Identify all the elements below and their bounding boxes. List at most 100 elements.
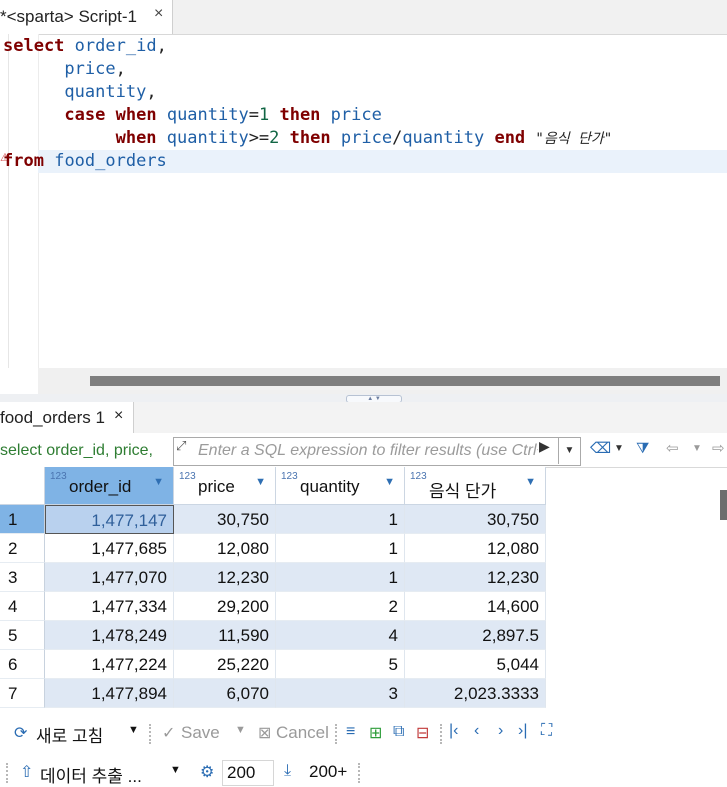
table-cell[interactable]: 2,023.3333 xyxy=(405,679,546,708)
sql-line[interactable]: when quantity>=2 then price/quantity end… xyxy=(3,127,613,150)
sort-dropdown-icon[interactable]: ▼ xyxy=(525,476,536,488)
row-number[interactable]: 4 xyxy=(0,592,45,621)
query-text-link[interactable]: select order_id, price, xyxy=(0,437,172,465)
results-toolbar: ⟳ 새로 고침 ▼ ✓ Save ▼ ⊠ Cancel ≡ ⊞ ⧉ ⊟ |‹ ‹… xyxy=(0,714,727,751)
table-cell[interactable]: 1,478,249 xyxy=(45,621,174,650)
refresh-button[interactable]: 새로 고침 xyxy=(36,722,103,747)
results-tab-food-orders[interactable]: food_orders 1 × xyxy=(0,402,134,433)
grid-vertical-scrollbar[interactable] xyxy=(720,490,727,520)
copy-row-icon[interactable]: ⧉ xyxy=(393,723,404,741)
table-cell[interactable]: 25,220 xyxy=(174,650,276,679)
numeric-type-icon: 123 xyxy=(281,471,298,482)
prev-page-icon[interactable]: ‹ xyxy=(474,722,479,740)
row-number[interactable]: 2 xyxy=(0,534,45,563)
sort-dropdown-icon[interactable]: ▼ xyxy=(255,476,266,488)
row-number-header xyxy=(0,467,45,505)
sql-line[interactable]: price, xyxy=(3,58,125,81)
save-check-icon[interactable]: ✓ xyxy=(162,723,175,743)
table-cell[interactable]: 29,200 xyxy=(174,592,276,621)
cancel-icon[interactable]: ⊠ xyxy=(258,723,271,743)
filter-icon[interactable]: ⧩ xyxy=(636,437,649,461)
edit-row-icon[interactable]: ≡ xyxy=(346,723,355,741)
filter-history-icon[interactable]: ▶ xyxy=(539,438,550,455)
refresh-dropdown-icon[interactable]: ▼ xyxy=(128,724,139,736)
cancel-button[interactable]: Cancel xyxy=(276,723,329,743)
column-header[interactable]: 123 order_id ▼ xyxy=(45,467,174,505)
editor-tab-script-1[interactable]: *<sparta> Script-1 × xyxy=(0,0,173,34)
row-number[interactable]: 3 xyxy=(0,563,45,592)
table-cell[interactable]: 12,230 xyxy=(174,563,276,592)
add-row-icon[interactable]: ⊞ xyxy=(369,723,382,743)
results-tab-label: food_orders 1 xyxy=(0,408,105,427)
save-button[interactable]: Save xyxy=(181,723,220,743)
table-cell[interactable]: 14,600 xyxy=(405,592,546,621)
table-cell[interactable]: 3 xyxy=(276,679,405,708)
table-cell[interactable]: 30,750 xyxy=(174,505,276,534)
table-cell[interactable]: 5 xyxy=(276,650,405,679)
close-icon[interactable]: × xyxy=(114,407,123,425)
row-number[interactable]: 6 xyxy=(0,650,45,679)
column-header[interactable]: 123 quantity ▼ xyxy=(276,467,405,505)
table-cell[interactable]: 12,080 xyxy=(174,534,276,563)
fetch-size-input[interactable] xyxy=(222,760,274,786)
sql-line[interactable]: quantity, xyxy=(3,81,156,104)
table-cell[interactable]: 1,477,224 xyxy=(45,650,174,679)
table-cell[interactable]: 1,477,894 xyxy=(45,679,174,708)
last-page-icon[interactable]: ›| xyxy=(518,722,527,740)
sort-dropdown-icon[interactable]: ▼ xyxy=(384,476,395,488)
sql-line[interactable]: from food_orders xyxy=(3,150,167,173)
export-button[interactable]: 데이터 추출 ... xyxy=(40,762,142,787)
forward-arrow-icon[interactable]: ⇨ xyxy=(712,437,725,461)
table-cell[interactable]: 2,897.5 xyxy=(405,621,546,650)
sql-line[interactable]: select order_id, xyxy=(3,35,167,58)
expand-icon[interactable]: ⤢ xyxy=(176,438,186,454)
eraser-icon[interactable]: ⌫ xyxy=(590,437,611,461)
export-toolbar: ⇧ 데이터 추출 ... ▼ ⚙ ⤓ 200+ xyxy=(0,757,727,786)
table-cell[interactable]: 6,070 xyxy=(174,679,276,708)
chevron-down-icon[interactable]: ▼ xyxy=(692,437,702,461)
table-cell[interactable]: 1,477,070 xyxy=(45,563,174,592)
delete-row-icon[interactable]: ⊟ xyxy=(416,723,429,743)
column-header-label: price xyxy=(198,477,235,496)
filter-dropdown-button[interactable]: ▼ xyxy=(558,437,580,464)
filter-input[interactable] xyxy=(198,440,538,462)
results-grid[interactable]: 123 order_id ▼ 123 price ▼ 123 quantity ▼ 123 음식 단… xyxy=(0,467,720,710)
fetch-more-button[interactable]: 200+ xyxy=(309,762,347,782)
fetch-more-icon[interactable]: ⤓ xyxy=(284,762,291,780)
table-cell[interactable]: 12,080 xyxy=(405,534,546,563)
table-cell[interactable]: 5,044 xyxy=(405,650,546,679)
sort-dropdown-icon[interactable]: ▼ xyxy=(153,476,164,488)
table-cell[interactable]: 30,750 xyxy=(405,505,546,534)
table-cell[interactable]: 1 xyxy=(276,563,405,592)
next-page-icon[interactable]: › xyxy=(498,722,503,740)
table-cell[interactable]: 4 xyxy=(276,621,405,650)
first-page-icon[interactable]: |‹ xyxy=(449,722,458,740)
table-cell[interactable]: 1,477,685 xyxy=(45,534,174,563)
row-number[interactable]: 1 xyxy=(0,505,45,534)
back-arrow-icon[interactable]: ⇦ xyxy=(666,437,679,461)
table-cell[interactable]: 1,477,334 xyxy=(45,592,174,621)
save-dropdown-icon[interactable]: ▼ xyxy=(235,724,246,736)
chevron-down-icon[interactable]: ▼ xyxy=(614,437,624,461)
table-cell[interactable]: 1 xyxy=(276,534,405,563)
close-icon[interactable]: × xyxy=(154,5,163,23)
numeric-type-icon: 123 xyxy=(179,471,196,482)
column-header-label: 음식 단가 xyxy=(429,482,497,501)
export-icon[interactable]: ⇧ xyxy=(20,762,33,782)
row-number[interactable]: 5 xyxy=(0,621,45,650)
export-dropdown-icon[interactable]: ▼ xyxy=(170,764,181,776)
editor-scrollbar-thumb[interactable] xyxy=(90,376,720,386)
table-cell[interactable]: 12,230 xyxy=(405,563,546,592)
column-header[interactable]: 123 price ▼ xyxy=(174,467,276,505)
sql-line[interactable]: case when quantity=1 then price xyxy=(3,104,381,127)
row-number[interactable]: 7 xyxy=(0,679,45,708)
column-header[interactable]: 123 음식 단가 ▼ xyxy=(405,467,546,505)
table-cell[interactable]: 2 xyxy=(276,592,405,621)
table-cell[interactable]: 11,590 xyxy=(174,621,276,650)
fit-icon[interactable]: ⛶ xyxy=(541,722,552,740)
refresh-icon[interactable]: ⟳ xyxy=(14,723,27,743)
panel-splitter[interactable]: ▲ ▼ xyxy=(0,394,727,403)
table-cell[interactable]: 1 xyxy=(276,505,405,534)
table-cell[interactable]: 1,477,147 xyxy=(45,505,174,534)
gear-icon[interactable]: ⚙ xyxy=(200,762,214,782)
